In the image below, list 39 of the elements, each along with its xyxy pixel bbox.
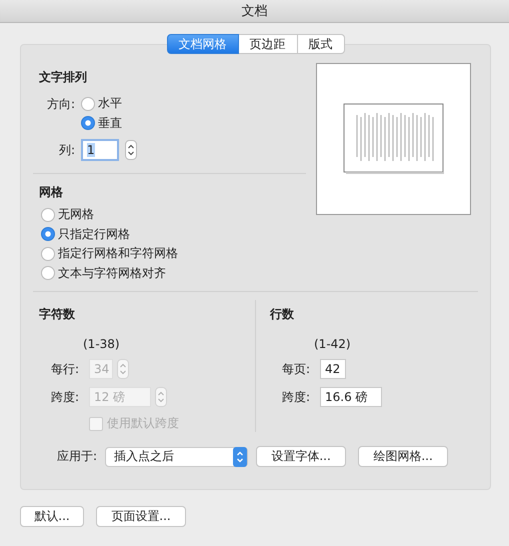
- tab[interactable]: 页边距: [238, 34, 298, 54]
- checkbox-label: 使用默认跨度: [107, 415, 179, 432]
- radio-button[interactable]: [81, 96, 95, 111]
- radio-label: 只指定行网格: [58, 226, 130, 243]
- apply-dropdown[interactable]: 插入点之后: [105, 446, 248, 466]
- field-label: 每页:: [280, 361, 311, 378]
- range-text: (1-42): [314, 337, 352, 351]
- radio-label: 水平: [98, 95, 122, 112]
- field-label: 每行:: [50, 361, 80, 378]
- dialog-button[interactable]: 页面设置...: [96, 506, 186, 527]
- section-heading: 字符数: [39, 306, 76, 323]
- section-heading: 行数: [270, 306, 295, 323]
- field-label: 跨度:: [50, 389, 80, 406]
- direction-label: 方向:: [46, 96, 76, 113]
- dropdown-arrows-icon: [233, 446, 248, 466]
- stepper-icon[interactable]: [125, 140, 137, 160]
- radio-label: 文本与字符网格对齐: [58, 264, 166, 282]
- window-title: 文档: [242, 3, 268, 20]
- pitch-field[interactable]: 16.6 磅: [320, 387, 382, 407]
- radio-label: 指定行网格和字符网格: [58, 245, 178, 262]
- radio-label: 无网格: [58, 206, 94, 224]
- section-heading: 网格: [39, 184, 64, 201]
- radio-button[interactable]: [41, 227, 55, 242]
- radio-button[interactable]: [41, 208, 55, 222]
- per-page-field[interactable]: 42: [320, 359, 346, 379]
- columns-field[interactable]: 1: [81, 139, 119, 161]
- apply-label: 应用于:: [57, 448, 98, 465]
- columns-label: 列:: [58, 142, 76, 159]
- radio-button[interactable]: [41, 246, 55, 261]
- radio-button[interactable]: [41, 266, 55, 280]
- section-heading: 文字排列: [39, 69, 88, 86]
- dialog-button[interactable]: 绘图网格...: [358, 446, 448, 467]
- dialog-button[interactable]: 默认...: [20, 506, 84, 527]
- tab[interactable]: 版式: [298, 34, 344, 54]
- radio-button[interactable]: [81, 116, 95, 130]
- dialog-button[interactable]: 设置字体...: [256, 446, 346, 467]
- radio-label: 垂直: [98, 114, 122, 132]
- range-text: (1-38): [83, 337, 121, 351]
- field-label: 跨度:: [280, 389, 311, 406]
